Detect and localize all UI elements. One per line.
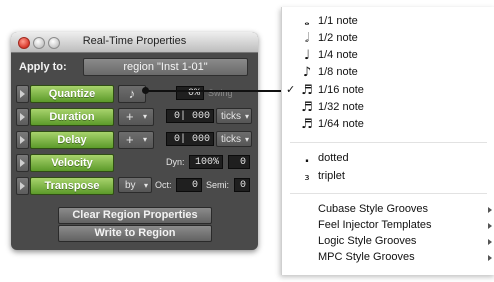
sixty-fourth-note-icon: ♬ bbox=[301, 117, 313, 132]
menu-item-1-32-note[interactable]: ♬ 1/32 note bbox=[282, 99, 494, 116]
dyn-label: Dyn: bbox=[166, 157, 185, 167]
menu-item-1-4-note[interactable]: ♩ 1/4 note bbox=[282, 47, 494, 64]
quantize-swing-field[interactable]: 0% bbox=[176, 86, 204, 100]
quantize-grid-menu: 𝅝 1/1 note 𝅗𝅥 1/2 note ♩ 1/4 note ♪ 1/8 … bbox=[281, 7, 494, 275]
menu-item-1-2-note[interactable]: 𝅗𝅥 1/2 note bbox=[282, 30, 494, 47]
menu-item-triplet[interactable]: ₃ triplet bbox=[282, 168, 494, 185]
velocity-row: Velocity Dyn: 100% 0 bbox=[16, 154, 253, 172]
chevron-down-icon: ▾ bbox=[143, 181, 148, 190]
menu-item-label: 1/8 note bbox=[318, 66, 358, 78]
velocity-offset-field[interactable]: 0 bbox=[228, 155, 250, 169]
transpose-mode-selector[interactable]: by ▾ bbox=[118, 177, 152, 193]
delay-unit: ticks bbox=[221, 134, 241, 145]
duration-value-field[interactable]: 0| 000 bbox=[166, 109, 214, 123]
eighth-note-icon: ♪ bbox=[302, 65, 312, 80]
menu-item-1-16-note[interactable]: ✓ ♬ 1/16 note bbox=[282, 82, 494, 99]
submenu-arrow-icon bbox=[488, 239, 492, 245]
half-note-icon: 𝅗𝅥 bbox=[304, 31, 310, 46]
window-title: Real-Time Properties bbox=[82, 35, 187, 47]
quantize-button[interactable]: Quantize bbox=[30, 85, 114, 103]
transpose-octave-field[interactable]: 0 bbox=[176, 178, 202, 192]
delay-expand-icon[interactable] bbox=[16, 131, 29, 149]
velocity-button[interactable]: Velocity bbox=[30, 154, 114, 172]
menu-separator bbox=[290, 142, 487, 143]
duration-row: Duration + ▾ 0| 000 ticks ▾ bbox=[16, 108, 253, 126]
menu-item-label: Feel Injector Templates bbox=[318, 219, 432, 231]
menu-item-label: 1/64 note bbox=[318, 118, 364, 130]
menu-item-label: MPC Style Grooves bbox=[318, 251, 415, 263]
menu-item-label: Logic Style Grooves bbox=[318, 235, 417, 247]
delay-row: Delay + ▾ 0| 000 ticks ▾ bbox=[16, 131, 253, 149]
transpose-semitone-field[interactable]: 0 bbox=[234, 178, 250, 192]
delay-unit-selector[interactable]: ticks ▾ bbox=[216, 131, 252, 147]
delay-value-field[interactable]: 0| 000 bbox=[166, 132, 214, 146]
menu-item-label: 1/4 note bbox=[318, 49, 358, 61]
triplet-icon: ₃ bbox=[304, 169, 310, 184]
duration-unit-selector[interactable]: ticks ▾ bbox=[216, 108, 252, 124]
menu-item-1-8-note[interactable]: ♪ 1/8 note bbox=[282, 64, 494, 81]
oct-label: Oct: bbox=[155, 180, 172, 190]
quantize-row: Quantize ♪ 0% Swing bbox=[16, 85, 253, 103]
menu-item-cubase-style-grooves[interactable]: Cubase Style Grooves bbox=[282, 201, 494, 217]
menu-item-label: triplet bbox=[318, 170, 345, 182]
menu-separator bbox=[290, 193, 487, 194]
menu-item-label: 1/1 note bbox=[318, 15, 358, 27]
duration-op-selector[interactable]: + ▾ bbox=[118, 108, 154, 126]
submenu-arrow-icon bbox=[488, 255, 492, 261]
write-to-region-button[interactable]: Write to Region bbox=[58, 225, 212, 242]
title-bar[interactable]: Real-Time Properties bbox=[11, 32, 258, 53]
apply-to-label: Apply to: bbox=[19, 61, 67, 73]
menu-item-label: Cubase Style Grooves bbox=[318, 203, 429, 215]
delay-op: + bbox=[126, 132, 134, 147]
chevron-down-icon: ▾ bbox=[143, 112, 148, 121]
submenu-arrow-icon bbox=[488, 207, 492, 213]
menu-item-1-64-note[interactable]: ♬ 1/64 note bbox=[282, 116, 494, 133]
duration-button[interactable]: Duration bbox=[30, 108, 114, 126]
chevron-down-icon: ▾ bbox=[244, 112, 249, 121]
menu-item-feel-injector-templates[interactable]: Feel Injector Templates bbox=[282, 217, 494, 233]
menu-item-label: 1/2 note bbox=[318, 32, 358, 44]
callout-line bbox=[146, 90, 282, 92]
velocity-dynamics-field[interactable]: 100% bbox=[189, 155, 223, 169]
chevron-down-icon: ▾ bbox=[244, 135, 249, 144]
menu-item-logic-style-grooves[interactable]: Logic Style Grooves bbox=[282, 233, 494, 249]
check-icon: ✓ bbox=[286, 83, 296, 96]
duration-op: + bbox=[126, 109, 134, 124]
transpose-button[interactable]: Transpose bbox=[30, 177, 114, 195]
delay-op-selector[interactable]: + ▾ bbox=[118, 131, 154, 149]
menu-item-dotted[interactable]: . dotted bbox=[282, 150, 494, 167]
duration-expand-icon[interactable] bbox=[16, 108, 29, 126]
duration-unit: ticks bbox=[221, 111, 241, 122]
menu-item-mpc-style-grooves[interactable]: MPC Style Grooves bbox=[282, 249, 494, 265]
callout-dot bbox=[142, 87, 149, 94]
quantize-expand-icon[interactable] bbox=[16, 85, 29, 103]
transpose-mode: by bbox=[125, 180, 136, 191]
whole-note-icon: 𝅝 bbox=[304, 14, 310, 29]
clear-region-properties-button[interactable]: Clear Region Properties bbox=[58, 207, 212, 224]
real-time-properties-window: Real-Time Properties Apply to: region "I… bbox=[11, 32, 258, 250]
transpose-expand-icon[interactable] bbox=[16, 177, 29, 195]
thirty-second-note-icon: ♬ bbox=[301, 100, 313, 115]
menu-item-label: 1/32 note bbox=[318, 101, 364, 113]
eighth-note-icon: ♪ bbox=[128, 86, 136, 101]
menu-item-label: dotted bbox=[318, 152, 349, 164]
delay-button[interactable]: Delay bbox=[30, 131, 114, 149]
submenu-arrow-icon bbox=[488, 223, 492, 229]
semi-label: Semi: bbox=[206, 180, 230, 190]
sixteenth-note-icon: ♬ bbox=[301, 83, 313, 98]
dot-icon: . bbox=[304, 151, 310, 166]
menu-item-label: 1/16 note bbox=[318, 84, 364, 96]
apply-to-region-selector[interactable]: region "Inst 1-01" bbox=[83, 58, 248, 76]
velocity-expand-icon[interactable] bbox=[16, 154, 29, 172]
transpose-row: Transpose by ▾ Oct: 0 Semi: 0 bbox=[16, 177, 253, 195]
chevron-down-icon: ▾ bbox=[143, 135, 148, 144]
quarter-note-icon: ♩ bbox=[303, 48, 311, 63]
menu-item-1-1-note[interactable]: 𝅝 1/1 note bbox=[282, 13, 494, 30]
